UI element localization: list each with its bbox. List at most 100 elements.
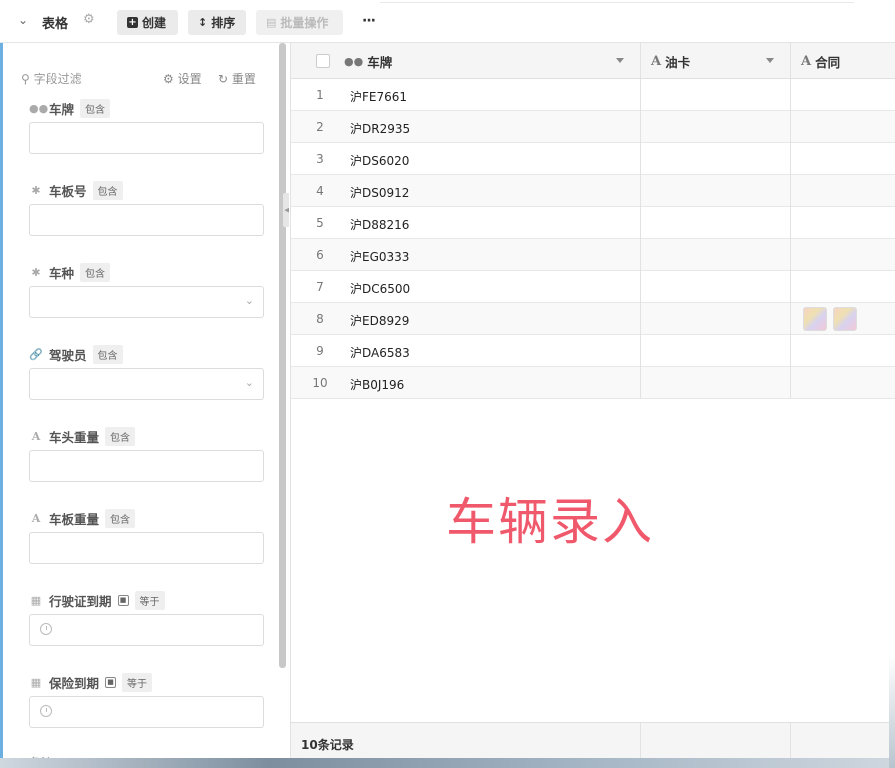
filter-panel-scrollbar[interactable] [279, 43, 286, 668]
row-index: 9 [316, 344, 324, 358]
operator-tag[interactable]: 包含 [105, 426, 136, 446]
column-header-fuel-card[interactable]: A 油卡 [651, 43, 774, 79]
table-row[interactable]: 2 沪DR2935 [291, 111, 895, 143]
plate-cell[interactable]: 沪D88216 [350, 216, 409, 233]
reset-button[interactable]: ↻ 重置 [218, 70, 256, 87]
settings-button[interactable]: ⚙ 设置 [163, 70, 202, 87]
grid-header: ●● 车牌 A 油卡 A 合同 [291, 43, 895, 79]
plate-cell[interactable]: 沪EG0333 [350, 248, 409, 265]
plate-cell[interactable]: 沪DS6020 [350, 152, 409, 169]
driver-select[interactable]: ⌄ [29, 368, 264, 400]
field-label: 行驶证到期 [49, 593, 112, 609]
operator-tag[interactable]: 包含 [92, 344, 123, 364]
toolbar: ⌄ 表格 ⚙ + 创建 ↕ 排序 ▤ 批量操作 ··· [0, 0, 895, 43]
plate-cell[interactable]: 沪FE7661 [350, 88, 407, 105]
operator-tag[interactable]: 等于 [122, 672, 153, 692]
gears-icon[interactable]: ⚙ [83, 12, 95, 27]
create-button-label: 创建 [142, 16, 167, 30]
field-label: 车牌 [49, 101, 75, 117]
refresh-icon: ↻ [218, 72, 229, 86]
text-a-icon: A [651, 53, 662, 69]
batch-operation-button[interactable]: ▤ 批量操作 [256, 10, 343, 35]
row-index: 10 [312, 376, 328, 390]
column-label: 车牌 [367, 54, 393, 70]
table-row[interactable]: 8 沪ED8929 [291, 303, 895, 335]
column-divider [640, 43, 641, 398]
select-all-checkbox[interactable] [316, 54, 330, 68]
operator-tag[interactable]: 包含 [92, 180, 123, 200]
operator-tag[interactable]: 等于 [134, 590, 165, 610]
column-header-plate[interactable]: ●● 车牌 [344, 43, 624, 79]
table-row[interactable]: 6 沪EG0333 [291, 239, 895, 271]
row-index: 5 [316, 216, 324, 230]
insurance-expiry-date-input[interactable] [29, 696, 264, 728]
table-row[interactable]: 10 沪B0J196 [291, 367, 895, 399]
window-edge-shadow [889, 655, 895, 768]
table-row[interactable]: 9 沪DA6583 [291, 335, 895, 367]
plate-cell[interactable]: 沪DS0912 [350, 184, 409, 201]
filter-field-insurance-expiry: ▦ 保险到期 ■ 等于 [29, 672, 264, 728]
plate-input[interactable] [29, 122, 264, 154]
plate-cell[interactable]: 沪B0J196 [350, 376, 404, 393]
chevron-down-icon[interactable]: ⌄ [18, 13, 28, 27]
plate-cell[interactable]: 沪ED8929 [350, 312, 409, 329]
board-no-input[interactable] [29, 204, 264, 236]
column-header-contract[interactable]: A 合同 [801, 43, 840, 79]
sort-button[interactable]: ↕ 排序 [188, 10, 246, 35]
mode-toggle-icon[interactable]: ■ [105, 676, 117, 688]
caret-down-icon[interactable] [616, 58, 624, 63]
search-icon: ⚲ [21, 72, 30, 86]
table-row[interactable]: 5 沪D88216 [291, 207, 895, 239]
filter-field-head-weight: A 车头重量 包含 [29, 426, 264, 482]
field-label: 车板重量 [49, 511, 100, 527]
data-grid: ●● 车牌 A 油卡 A 合同 1 沪FE7661 2 沪DR2935 3 沪DS6020… [290, 43, 895, 768]
license-expiry-date-input[interactable] [29, 614, 264, 646]
calendar-icon: ▦ [30, 593, 42, 607]
table-row[interactable]: 1 沪FE7661 [291, 79, 895, 111]
board-weight-input[interactable] [29, 532, 264, 564]
plus-icon: + [127, 17, 138, 28]
mode-toggle-icon[interactable]: ■ [117, 594, 129, 606]
desktop-background-strip [0, 758, 895, 768]
table-row[interactable]: 7 沪DC6500 [291, 271, 895, 303]
row-index: 8 [316, 312, 324, 326]
column-label: 油卡 [665, 54, 691, 70]
list-icon: ▤ [266, 16, 277, 29]
plate-cell[interactable]: 沪DC6500 [350, 280, 410, 297]
table-row[interactable]: 4 沪DS0912 [291, 175, 895, 207]
table-title: 表格 [42, 17, 69, 32]
filter-field-plate: ●● 车牌 包含 [29, 98, 264, 154]
top-divider [380, 2, 854, 3]
field-label: 车板号 [49, 183, 87, 199]
operator-tag[interactable]: 包含 [80, 98, 111, 118]
caret-down-icon[interactable] [766, 58, 774, 63]
field-filter-search[interactable]: ⚲ 字段过滤 [21, 70, 82, 87]
table-row[interactable]: 3 沪DS6020 [291, 143, 895, 175]
head-weight-input[interactable] [29, 450, 264, 482]
create-button[interactable]: + 创建 [117, 10, 178, 35]
calendar-icon: ▦ [30, 675, 42, 689]
vehicle-type-select[interactable]: ⌄ [29, 286, 264, 318]
filter-panel: ⚲ 字段过滤 ⚙ 设置 ↻ 重置 ●● 车牌 包含 ✱ 车板号 包含 ✱ 车种 包含 ⌄ 🔗… [0, 43, 289, 768]
row-index: 4 [316, 184, 324, 198]
collapse-panel-handle[interactable]: ◀ [283, 193, 289, 227]
more-button[interactable]: ··· [362, 13, 376, 29]
attachment-thumbnail[interactable] [803, 307, 827, 331]
gear-icon: ⚙ [163, 72, 174, 86]
link-icon: 🔗 [29, 347, 43, 361]
chevron-down-icon: ⌄ [244, 294, 254, 307]
clock-icon [40, 705, 52, 717]
row-index: 1 [316, 88, 324, 102]
plate-cell[interactable]: 沪DA6583 [350, 344, 410, 361]
row-index: 2 [316, 120, 324, 134]
overlay-caption: 车辆录入 [446, 493, 654, 551]
plate-cell[interactable]: 沪DR2935 [350, 120, 410, 137]
field-label: 保险到期 [49, 675, 100, 691]
record-count: 10条记录 [301, 738, 354, 752]
sort-icon: ↕ [198, 16, 208, 29]
attachment-thumbnail[interactable] [833, 307, 857, 331]
operator-tag[interactable]: 包含 [80, 262, 111, 282]
operator-tag[interactable]: 包含 [105, 508, 136, 528]
batch-button-label: 批量操作 [280, 16, 329, 30]
clock-icon [40, 623, 52, 635]
